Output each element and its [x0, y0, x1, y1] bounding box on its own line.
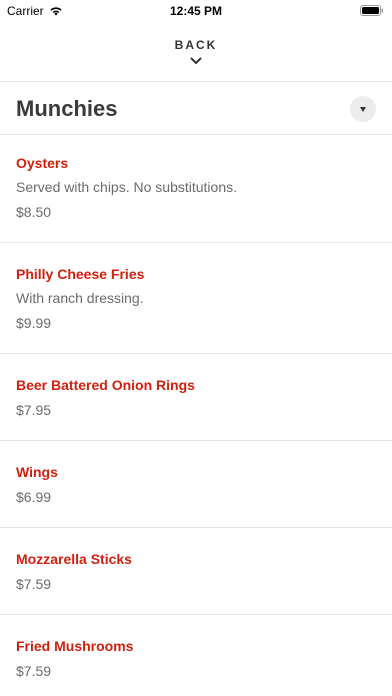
clock: 12:45 PM: [169, 4, 223, 18]
menu-item-oysters[interactable]: Oysters Served with chips. No substituti…: [0, 135, 392, 242]
menu-item-description: With ranch dressing.: [16, 290, 144, 306]
menu-item-name: Beer Battered Onion Rings: [16, 377, 195, 393]
menu-item-name: Wings: [16, 464, 58, 480]
menu-item-philly-cheese-fries[interactable]: Philly Cheese Fries With ranch dressing.…: [0, 243, 392, 353]
menu-item-fried-mushrooms[interactable]: Fried Mushrooms $7.59: [0, 615, 392, 696]
chevron-down-icon: [190, 57, 202, 64]
menu-item-price: $7.59: [16, 663, 52, 679]
menu-item-name: Fried Mushrooms: [16, 638, 134, 654]
menu-item-price: $7.59: [16, 576, 52, 592]
back-label: BACK: [174, 38, 218, 52]
menu-item-price: $7.95: [16, 402, 52, 418]
caret-down-icon: [360, 107, 366, 112]
section-title: Munchies: [16, 96, 118, 121]
section-header: Munchies: [0, 82, 392, 134]
menu-item-name: Philly Cheese Fries: [16, 266, 145, 282]
menu-item-name: Mozzarella Sticks: [16, 551, 132, 567]
battery-icon: [360, 5, 383, 16]
menu-item-price: $6.99: [16, 489, 52, 505]
screen: Carrier 12:45 PM BACK Munchies Oysters S…: [0, 0, 392, 696]
back-button[interactable]: BACK: [0, 30, 392, 80]
section-dropdown-button[interactable]: [350, 96, 376, 122]
status-bar: Carrier 12:45 PM: [0, 0, 392, 22]
menu-item-name: Oysters: [16, 155, 69, 171]
menu-item-mozzarella-sticks[interactable]: Mozzarella Sticks $7.59: [0, 528, 392, 614]
menu-item-beer-battered-onion-rings[interactable]: Beer Battered Onion Rings $7.95: [0, 354, 392, 440]
menu-item-wings[interactable]: Wings $6.99: [0, 441, 392, 527]
menu-item-price: $9.99: [16, 315, 52, 331]
menu-item-price: $8.50: [16, 204, 52, 220]
menu-item-description: Served with chips. No substitutions.: [16, 179, 237, 195]
